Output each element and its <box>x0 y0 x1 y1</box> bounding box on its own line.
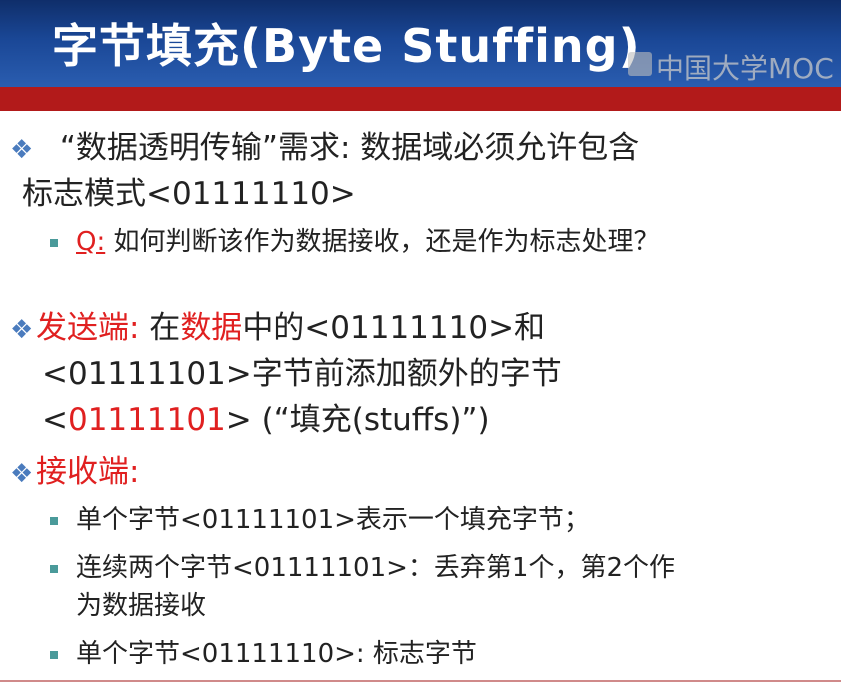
sender-text-3: 中的<01111110>和 <box>242 310 546 346</box>
slide: 字节填充(Byte Stuffing) 中国大学MOC ❖ “数据透明传输”需求… <box>0 0 841 686</box>
sender-line2: <01111101>字节前添加额外的字节 <box>42 356 562 392</box>
bullet-sender: ❖发送端: 在数据中的<01111110>和 <box>10 306 545 352</box>
square-bullet-icon <box>50 565 58 573</box>
square-bullet-icon <box>50 517 58 525</box>
bottom-divider <box>0 680 841 682</box>
watermark: 中国大学MOC <box>656 52 834 85</box>
receiver-item: 单个字节<01111101>表示一个填充字节； <box>76 505 590 535</box>
sender-text-1: 在 <box>139 310 181 346</box>
sender-label: 发送端: <box>36 310 140 346</box>
transparent-transfer-line1: “数据透明传输”需求: 数据域必须允许包含 <box>59 130 640 166</box>
diamond-bullet-icon: ❖ <box>10 315 34 345</box>
receiver-item-continued: 为数据接收 <box>76 591 207 621</box>
receiver-item: 连续两个字节<01111101>：丢弃第1个，第2个作 <box>76 553 675 583</box>
diamond-bullet-icon: ❖ <box>10 459 34 489</box>
receiver-label: 接收端: <box>36 454 140 490</box>
receiver-item: 单个字节<01111110>: 标志字节 <box>76 639 477 669</box>
diamond-bullet-icon: ❖ <box>10 135 34 165</box>
red-divider-bar <box>0 87 841 111</box>
question-item: Q: 如何判断该作为数据接收，还是作为标志处理？ <box>76 222 660 262</box>
bullet-receiver: ❖接收端: <box>10 450 139 496</box>
sender-data-word: 数据 <box>180 310 243 346</box>
square-bullet-icon <box>50 239 58 247</box>
sender-line3-open: < <box>42 402 68 438</box>
square-bullet-icon <box>50 651 58 659</box>
slide-title: 字节填充(Byte Stuffing) <box>52 19 641 73</box>
question-text: 如何判断该作为数据接收，还是作为标志处理？ <box>105 227 660 257</box>
sender-line3: <01111101> (“填充(stuffs)”) <box>42 398 490 442</box>
question-label: Q: <box>76 227 106 257</box>
stuffing-byte: 01111101 <box>67 402 226 438</box>
sender-line3-close: > (“填充(stuffs)”) <box>225 402 490 438</box>
transparent-transfer-line2: 标志模式<01111110> <box>22 176 356 212</box>
watermark-logo-icon <box>628 52 652 76</box>
bullet-transparent-transfer: ❖ “数据透明传输”需求: 数据域必须允许包含 <box>10 126 639 172</box>
